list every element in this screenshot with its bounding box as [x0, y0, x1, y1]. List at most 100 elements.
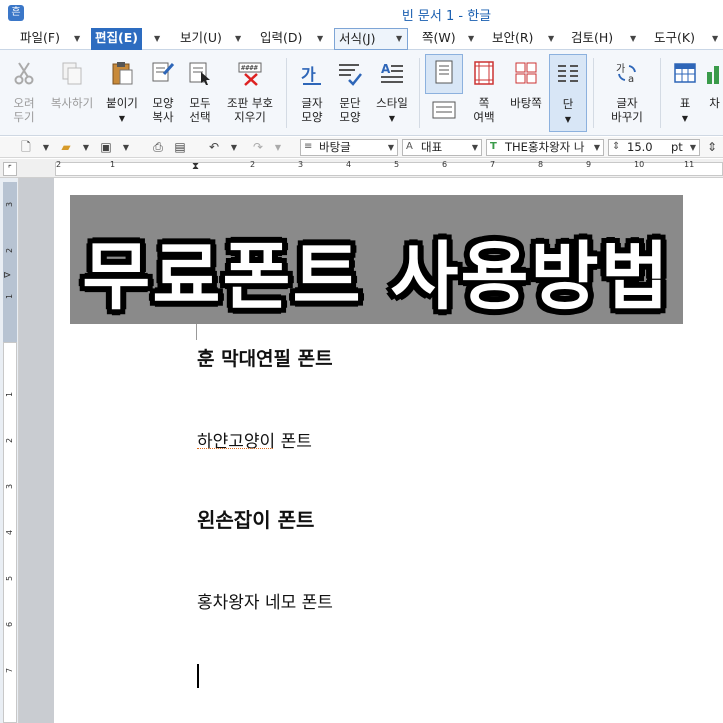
chevron-down-icon[interactable]: ▼	[270, 140, 286, 155]
chevron-down-icon[interactable]: ▼	[468, 29, 474, 49]
format-copy-button[interactable]: 모양 복사	[146, 54, 180, 132]
chevron-down-icon[interactable]: ▼	[226, 140, 242, 155]
new-document-icon[interactable]: 🗋	[18, 140, 34, 155]
chart-label: 차	[709, 96, 720, 110]
vertical-ruler[interactable]: 3 2 ⊳ 1 1 2 3 4 5 6 7	[0, 178, 19, 723]
page-lines-icon	[432, 101, 456, 119]
ruler-number: 9	[586, 160, 592, 169]
chevron-down-icon[interactable]: ▼	[38, 140, 54, 155]
font-language-icon: A	[406, 141, 413, 152]
chevron-down-icon[interactable]: ▼	[594, 140, 600, 155]
menu-edit[interactable]: 편집(E)	[91, 28, 142, 50]
chevron-down-icon[interactable]: ▼	[154, 29, 160, 49]
svg-text:가: 가	[616, 63, 625, 75]
para-shape-button[interactable]: 문단 모양	[332, 54, 368, 132]
menu-review[interactable]: 검토(H)	[567, 28, 617, 50]
ruler-number: 1	[5, 391, 15, 398]
paste-button[interactable]: 붙이기 ▼	[102, 54, 142, 132]
font-select[interactable]: T THE홍차왕자 나 ▼	[486, 139, 604, 156]
ruler-number: 1	[5, 293, 15, 300]
scissors-icon	[14, 62, 34, 85]
document-page[interactable]: 무료폰트 사용방법 훈 막대연필 폰트 하얀고양이 폰트 왼손잡이 폰트 홍차왕…	[54, 178, 723, 723]
open-folder-icon[interactable]: ▰	[58, 140, 74, 155]
chevron-down-icon[interactable]: ▼	[396, 29, 402, 49]
chevron-down-icon[interactable]: ▼	[235, 29, 241, 49]
table-label: 표	[679, 96, 691, 110]
ruler-paper-area	[55, 162, 723, 176]
style-button[interactable]: A 스타일 ▼	[370, 54, 414, 132]
para-shape-label: 문단 모양	[339, 96, 361, 124]
menu-bar: 파일(F) ▼ 편집(E) ▼ 보기(U) ▼ 입력(D) ▼ 서식(J) ▼ …	[0, 26, 723, 50]
chevron-down-icon[interactable]: ▼	[102, 112, 142, 126]
text-cursor	[197, 664, 199, 688]
chevron-down-icon[interactable]: ▼	[118, 140, 134, 155]
save-icon[interactable]: ▣	[98, 140, 114, 155]
chevron-down-icon[interactable]: ▼	[78, 140, 94, 155]
title-bar: 흔 빈 문서 1 - 한글	[0, 0, 723, 26]
chevron-down-icon[interactable]: ▼	[74, 29, 80, 49]
copy-label: 복사하기	[50, 96, 94, 110]
chevron-down-icon[interactable]: ▼	[317, 29, 323, 49]
delete-code-label: 조판 부호 지우기	[227, 96, 273, 124]
menu-input[interactable]: 입력(D)	[256, 28, 306, 50]
background-page-button[interactable]: 바탕쪽	[506, 54, 546, 132]
undo-icon[interactable]: ↶	[206, 140, 222, 155]
document-canvas[interactable]: 무료폰트 사용방법 훈 막대연필 폰트 하얀고양이 폰트 왼손잡이 폰트 홍차왕…	[19, 178, 723, 723]
style-label: 스타일	[376, 96, 408, 110]
page-view-button[interactable]	[425, 54, 463, 94]
menu-security[interactable]: 보안(R)	[488, 28, 537, 50]
menu-tools[interactable]: 도구(K)	[650, 28, 699, 50]
chevron-down-icon[interactable]: ▼	[472, 140, 478, 155]
document-line[interactable]: 훈 막대연필 폰트	[197, 344, 333, 371]
chart-button[interactable]: 차	[706, 54, 723, 132]
indent-marker-icon[interactable]: ⧗	[192, 161, 199, 172]
spellcheck-underline	[197, 446, 273, 449]
style-select[interactable]: ≡ 바탕글 ▼	[300, 139, 398, 156]
select-all-button[interactable]: 모두 선택	[183, 54, 217, 132]
document-line[interactable]: 왼손잡이 폰트	[197, 504, 314, 533]
table-button[interactable]: 표 ▼	[666, 54, 704, 132]
chevron-down-icon[interactable]: ▼	[388, 140, 394, 155]
page-margin-label: 쪽 여백	[473, 96, 495, 124]
column-button[interactable]: 단 ▼	[549, 54, 587, 132]
print-icon[interactable]: ⎙	[150, 140, 166, 155]
ribbon-separator	[419, 58, 420, 128]
column-icon	[558, 65, 578, 82]
document-line[interactable]: 홍차왕자 네모 폰트	[197, 588, 333, 613]
chevron-down-icon[interactable]: ▼	[666, 112, 704, 126]
menu-page[interactable]: 쪽(W)	[418, 28, 460, 50]
chevron-down-icon[interactable]: ▼	[548, 29, 554, 49]
menu-file[interactable]: 파일(F)	[16, 28, 64, 50]
ruler-number: 6	[5, 621, 15, 628]
chevron-down-icon[interactable]: ▼	[712, 29, 718, 49]
page-margin-button[interactable]: 쪽 여백	[466, 54, 502, 132]
font-size-spinner-icon[interactable]: ⇕	[704, 140, 720, 155]
margin-corner-mark	[187, 324, 197, 340]
char-replace-button[interactable]: 가a 글자 바꾸기	[601, 54, 653, 132]
horizontal-ruler[interactable]: ⌜ 2 1 ⧗ 2 3 4 5 6 7 8 9 10 11	[0, 159, 723, 178]
cut-button[interactable]: 오려 두기	[6, 54, 42, 132]
page-list-button[interactable]	[425, 96, 463, 126]
char-shape-button[interactable]: 가 글자 모양	[294, 54, 330, 132]
redo-icon[interactable]: ↷	[250, 140, 266, 155]
ruler-number: 1	[110, 160, 116, 169]
copy-button[interactable]: 복사하기	[44, 54, 100, 132]
format-painter-icon	[152, 62, 175, 82]
chevron-down-icon[interactable]: ▼	[630, 29, 636, 49]
format-toolbar: 🗋 ▼ ▰ ▼ ▣ ▼ ⎙ ▤ ↶ ▼ ↷ ▼ ≡ 바탕글 ▼ A 대표 ▼ T…	[0, 137, 723, 158]
ribbon-separator	[286, 58, 287, 128]
chevron-down-icon[interactable]: ▼	[690, 140, 696, 155]
ruler-number: 5	[5, 575, 15, 582]
delete-code-button[interactable]: #### 조판 부호 지우기	[221, 54, 279, 132]
title-banner-image[interactable]: 무료폰트 사용방법	[70, 195, 683, 324]
menu-view[interactable]: 보기(U)	[176, 28, 226, 50]
chevron-down-icon[interactable]: ▼	[370, 112, 414, 126]
char-shape-label: 글자 모양	[301, 96, 323, 124]
print-preview-icon[interactable]: ▤	[172, 140, 188, 155]
indent-marker-icon[interactable]: ⊳	[3, 270, 11, 281]
font-size-input[interactable]: ⇕ 15.0 pt ▼	[608, 139, 700, 156]
ruler-corner-icon[interactable]: ⌜	[3, 162, 17, 176]
chevron-down-icon[interactable]: ▼	[550, 113, 586, 127]
language-select[interactable]: A 대표 ▼	[402, 139, 482, 156]
ruler-number: 11	[684, 160, 695, 169]
